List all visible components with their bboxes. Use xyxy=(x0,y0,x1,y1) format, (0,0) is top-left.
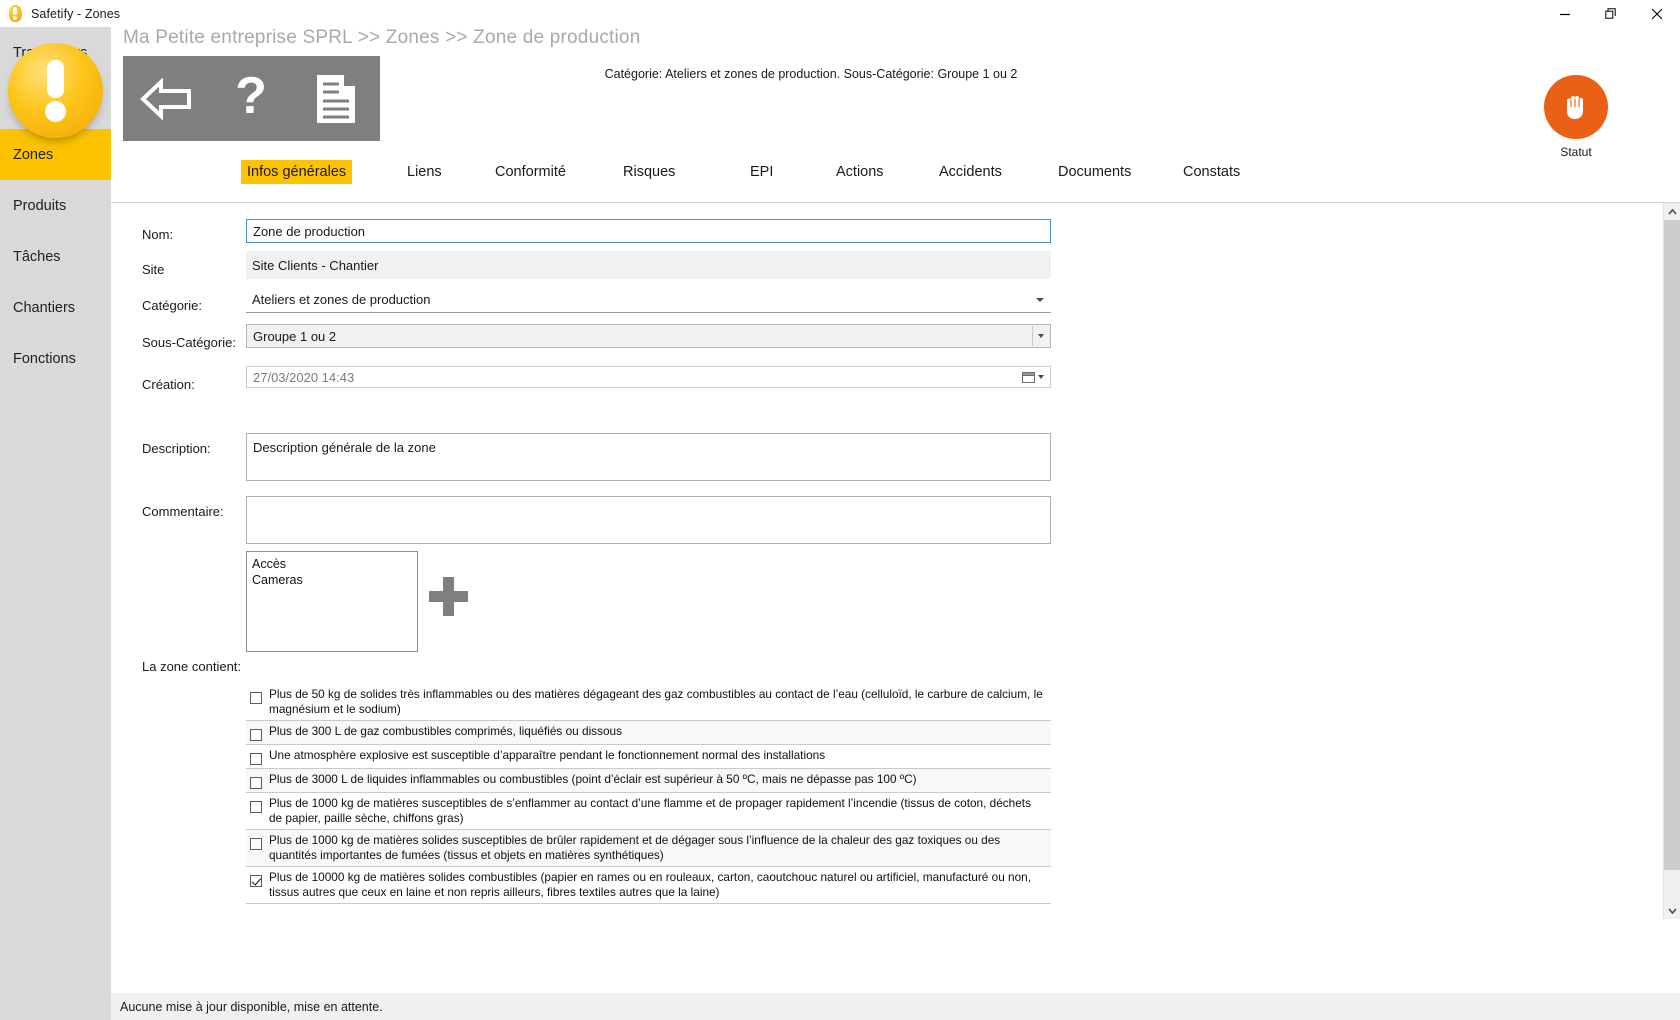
tab-underline xyxy=(111,202,1680,203)
checklist-label: Plus de 1000 kg de matières solides susc… xyxy=(269,833,1001,862)
sidebar-item-label: Produits xyxy=(13,197,67,214)
categorie-label: Catégorie: xyxy=(142,298,202,313)
checkbox-input[interactable] xyxy=(250,692,262,704)
minimize-icon[interactable] xyxy=(1542,0,1588,27)
tab-epi[interactable]: EPI xyxy=(744,160,779,184)
checkbox-input[interactable] xyxy=(250,838,262,850)
restore-icon[interactable] xyxy=(1588,0,1634,27)
vertical-scrollbar[interactable] xyxy=(1663,203,1680,919)
commentaire-textarea[interactable] xyxy=(246,496,1051,544)
description-textarea[interactable]: Description générale de la zone xyxy=(246,433,1051,481)
main-content: Ma Petite entreprise SPRL >> Zones >> Zo… xyxy=(111,27,1680,1020)
tab-actions[interactable]: Actions xyxy=(830,160,890,184)
status-bar: Aucune mise à jour disponible, mise en a… xyxy=(111,993,1680,1020)
zone-elements-listbox[interactable]: Accès Cameras xyxy=(246,551,418,652)
site-label: Site xyxy=(142,262,165,277)
tab-label: Infos générales xyxy=(247,164,347,180)
tab-infos-generales[interactable]: Infos générales xyxy=(241,160,353,184)
nom-input[interactable]: Zone de production xyxy=(246,219,1051,243)
checklist-row[interactable]: Plus de 300 L de gaz combustibles compri… xyxy=(246,721,1051,745)
sidebar-item-fonctions[interactable]: Fonctions xyxy=(0,333,111,384)
tab-label: Documents xyxy=(1058,164,1132,180)
plus-icon[interactable] xyxy=(426,574,471,624)
calendar-icon[interactable] xyxy=(1017,368,1049,386)
sidebar-item-produits[interactable]: Produits xyxy=(0,180,111,231)
tab-constats[interactable]: Constats xyxy=(1177,160,1246,184)
tab-bar: Infos générales Liens Conformité Risques… xyxy=(111,160,1680,198)
safetify-logo-icon xyxy=(7,5,24,22)
tab-accidents[interactable]: Accidents xyxy=(933,160,1008,184)
checkbox-input[interactable] xyxy=(250,777,262,789)
tab-liens[interactable]: Liens xyxy=(401,160,448,184)
tab-label: Liens xyxy=(407,164,442,180)
checklist-row[interactable]: Plus de 50 kg de solides très inflammabl… xyxy=(246,684,1051,721)
list-item[interactable]: Accès xyxy=(252,556,412,572)
description-value: Description générale de la zone xyxy=(253,440,436,455)
checkbox-input[interactable] xyxy=(250,753,262,765)
creation-datepicker[interactable]: 27/03/2020 14:43 xyxy=(246,366,1051,388)
checklist-label: Plus de 300 L de gaz combustibles compri… xyxy=(269,724,623,738)
statut-button[interactable]: Statut xyxy=(1536,75,1616,159)
window-title: Safetify - Zones xyxy=(31,6,121,21)
close-icon[interactable] xyxy=(1634,0,1680,27)
window-titlebar: Safetify - Zones xyxy=(0,0,1680,27)
scrollbar-thumb[interactable] xyxy=(1664,220,1680,870)
window-controls xyxy=(1542,0,1680,27)
checklist-label: Plus de 3000 L de liquides inflammables … xyxy=(269,772,917,786)
sidebar-item-label: Tâches xyxy=(13,248,61,265)
chevron-up-icon[interactable] xyxy=(1664,203,1680,220)
zone-contient-label: La zone contient: xyxy=(142,659,242,674)
checklist-row[interactable]: Une atmosphère explosive est susceptible… xyxy=(246,745,1051,769)
category-subtitle: Catégorie: Ateliers et zones de producti… xyxy=(604,67,1018,81)
creation-label: Création: xyxy=(142,377,195,392)
site-value-readonly: Site Clients - Chantier xyxy=(246,251,1051,279)
list-item[interactable]: Cameras xyxy=(252,572,412,588)
status-message: Aucune mise à jour disponible, mise en a… xyxy=(120,999,383,1014)
checklist-row[interactable]: Plus de 10000 kg de matières solides com… xyxy=(246,867,1051,904)
checklist-row[interactable]: Plus de 1000 kg de matières susceptibles… xyxy=(246,793,1051,830)
tab-label: Constats xyxy=(1183,164,1241,180)
tab-label: Actions xyxy=(836,164,884,180)
sous-categorie-combobox[interactable]: Groupe 1 ou 2 xyxy=(246,324,1051,348)
categorie-combobox[interactable]: Ateliers et zones de production xyxy=(246,287,1051,313)
sidebar: Travailleurs Équipements Zones Produits … xyxy=(0,27,111,1020)
tab-label: EPI xyxy=(750,164,774,180)
zone-contient-checklist: Plus de 50 kg de solides très inflammabl… xyxy=(246,684,1051,904)
tab-documents[interactable]: Documents xyxy=(1052,160,1137,184)
tab-label: Accidents xyxy=(939,164,1002,180)
checklist-label: Plus de 50 kg de solides très inflammabl… xyxy=(269,687,1043,716)
tab-risques[interactable]: Risques xyxy=(617,160,681,184)
nom-value: Zone de production xyxy=(253,223,366,239)
sidebar-item-label: Fonctions xyxy=(13,350,76,367)
chevron-down-icon[interactable] xyxy=(1032,326,1049,346)
checkbox-input[interactable] xyxy=(250,875,262,887)
checklist-row[interactable]: Plus de 1000 kg de matières solides susc… xyxy=(246,830,1051,867)
breadcrumb: Ma Petite entreprise SPRL >> Zones >> Zo… xyxy=(123,27,641,48)
hand-stop-icon xyxy=(1544,75,1608,139)
sous-categorie-label: Sous-Catégorie: xyxy=(142,335,236,350)
checkbox-input[interactable] xyxy=(250,801,262,813)
creation-value: 27/03/2020 14:43 xyxy=(253,369,355,385)
sidebar-item-chantiers[interactable]: Chantiers xyxy=(0,282,111,333)
commentaire-label: Commentaire: xyxy=(142,504,224,519)
sidebar-item-label: Chantiers xyxy=(13,299,76,316)
chevron-down-icon[interactable] xyxy=(1664,902,1680,919)
tab-label: Risques xyxy=(623,164,676,180)
chevron-down-icon xyxy=(1036,297,1044,302)
checklist-row[interactable]: Plus de 3000 L de liquides inflammables … xyxy=(246,769,1051,793)
checkbox-input[interactable] xyxy=(250,729,262,741)
site-value: Site Clients - Chantier xyxy=(252,257,379,273)
statut-label: Statut xyxy=(1560,145,1592,159)
nom-label: Nom: xyxy=(142,227,174,242)
checklist-label: Plus de 10000 kg de matières solides com… xyxy=(269,870,1031,899)
sous-categorie-value: Groupe 1 ou 2 xyxy=(253,328,337,344)
safetify-logo xyxy=(0,27,111,152)
tab-label: Conformité xyxy=(495,164,566,180)
sidebar-item-taches[interactable]: Tâches xyxy=(0,231,111,282)
checklist-label: Une atmosphère explosive est susceptible… xyxy=(269,748,826,762)
description-label: Description: xyxy=(142,441,211,456)
categorie-value: Ateliers et zones de production xyxy=(252,292,431,307)
checklist-label: Plus de 1000 kg de matières susceptibles… xyxy=(269,796,1031,825)
tab-conformite[interactable]: Conformité xyxy=(489,160,572,184)
